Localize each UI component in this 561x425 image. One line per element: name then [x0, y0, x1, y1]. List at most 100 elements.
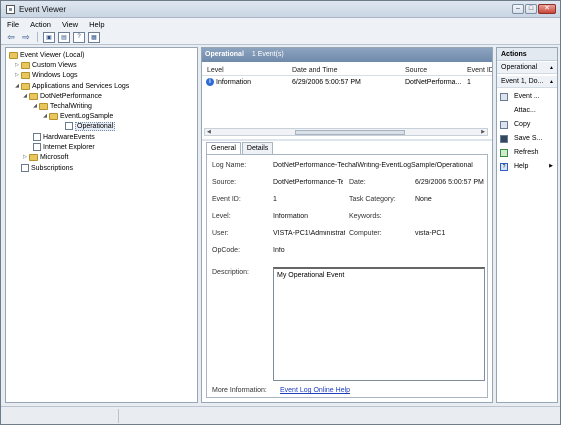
status-bar: [1, 406, 560, 424]
back-arrow-icon[interactable]: ⇦: [5, 32, 17, 43]
menu-action[interactable]: Action: [24, 18, 56, 30]
tree-item-microsoft[interactable]: ▷ Microsoft: [22, 152, 68, 162]
attach-task-icon: [500, 107, 508, 115]
action-attach-task[interactable]: Attac...: [497, 104, 557, 117]
label-user: User:: [212, 230, 229, 237]
properties-icon[interactable]: ▤: [58, 31, 70, 43]
label-more-information: More Information:: [212, 387, 267, 394]
menu-help[interactable]: Help: [83, 18, 109, 30]
collapse-icon[interactable]: ◢: [14, 83, 20, 89]
tree-item-custom-views[interactable]: ▷ Custom Views: [14, 60, 77, 70]
expand-icon[interactable]: ▷: [14, 72, 20, 78]
tab-general[interactable]: General: [206, 142, 241, 154]
column-header-source[interactable]: Source: [405, 67, 427, 74]
pane-splitter[interactable]: [202, 139, 492, 141]
label-log-name: Log Name:: [212, 162, 247, 169]
menu-view[interactable]: View: [56, 18, 83, 30]
tree-item-internet-explorer[interactable]: Internet Explorer: [32, 142, 95, 152]
label-keywords: Keywords:: [349, 213, 382, 220]
label-opcode: OpCode:: [212, 247, 241, 254]
actions-section-operational[interactable]: Operational ▲: [497, 62, 557, 74]
value-opcode: Info: [273, 247, 285, 254]
folder-icon: [29, 153, 38, 161]
expand-icon[interactable]: ▷: [22, 154, 28, 160]
event-properties-icon: [500, 92, 508, 101]
description-textbox[interactable]: My Operational Event: [273, 267, 485, 381]
expand-icon[interactable]: ▷: [14, 62, 20, 68]
label-task-category: Task Category:: [349, 196, 396, 203]
tree-item-app-services-logs[interactable]: ◢ Applications and Services Logs: [14, 81, 129, 91]
scroll-left-icon[interactable]: ◀: [207, 129, 211, 135]
value-computer: vista-PC1: [415, 230, 446, 237]
log-title: Operational: [205, 51, 244, 58]
toolbar-separator: [37, 32, 38, 42]
tree-item-windows-logs[interactable]: ▷ Windows Logs: [14, 70, 78, 80]
column-header-level[interactable]: Level: [207, 67, 224, 74]
label-date: Date:: [349, 179, 366, 186]
show-hide-action-pane-icon[interactable]: ▦: [88, 31, 100, 43]
folder-icon: [49, 112, 58, 120]
actions-title: Actions: [497, 48, 557, 61]
events-pane: Operational 1 Event(s) Level Date and Ti…: [201, 47, 493, 403]
value-date: 6/29/2006 5:00:57 PM: [415, 179, 484, 186]
value-log-name: DotNetPerformance-TechalWriting-EventLog…: [273, 162, 473, 169]
console-tree: Event Viewer (Local) ▷ Custom Views ▷ Wi…: [5, 47, 198, 403]
tree-item-dotnetperformance[interactable]: ◢ DotNetPerformance: [22, 91, 102, 101]
action-help[interactable]: ? Help ▶: [497, 160, 557, 173]
tree-item-hardware-events[interactable]: HardwareEvents: [32, 132, 95, 142]
scrollbar-thumb[interactable]: [295, 130, 405, 135]
table-row[interactable]: i Information 6/29/2006 5:00:57 PM DotNe…: [202, 77, 492, 88]
event-log-icon: [33, 133, 41, 141]
value-task-category: None: [415, 196, 432, 203]
folder-icon: [39, 102, 48, 110]
toolbar: ⇦ ⇨ ▣ ▤ ? ▦: [1, 30, 560, 45]
menu-file[interactable]: File: [1, 18, 24, 30]
horizontal-scrollbar[interactable]: ◀ ▶: [204, 128, 488, 136]
tab-details[interactable]: Details: [241, 142, 274, 154]
cell-date-time: 6/29/2006 5:00:57 PM: [292, 79, 361, 86]
minimize-button[interactable]: –: [512, 4, 524, 14]
action-save-selected[interactable]: Save S...: [497, 132, 557, 145]
status-bar-divider: [118, 409, 119, 423]
action-event-properties[interactable]: Event ...: [497, 90, 557, 103]
event-viewer-icon: [6, 5, 15, 14]
maximize-button[interactable]: □: [525, 4, 537, 14]
folder-icon: [9, 51, 18, 59]
event-log-online-help-link[interactable]: Event Log Online Help: [280, 387, 350, 394]
collapse-icon[interactable]: ◢: [22, 93, 28, 99]
tree-item-operational[interactable]: Operational: [64, 121, 116, 131]
folder-icon: [21, 71, 30, 79]
tree-item-subscriptions[interactable]: Subscriptions: [20, 163, 73, 173]
information-icon: i: [206, 78, 214, 86]
value-level: Information: [273, 213, 309, 220]
scroll-right-icon[interactable]: ▶: [481, 129, 485, 135]
folder-icon: [21, 61, 30, 69]
close-button[interactable]: ✕: [538, 4, 556, 14]
cell-event-id: 1: [467, 79, 471, 86]
label-computer: Computer:: [349, 230, 382, 237]
help-icon[interactable]: ?: [73, 31, 85, 43]
column-header-date-time[interactable]: Date and Time: [292, 67, 338, 74]
event-count: 1 Event(s): [251, 51, 284, 58]
section-collapse-icon[interactable]: ▲: [549, 79, 554, 85]
cell-level: Information: [216, 79, 252, 86]
collapse-icon[interactable]: ◢: [42, 113, 48, 119]
collapse-icon[interactable]: ◢: [32, 103, 38, 109]
forward-arrow-icon[interactable]: ⇨: [20, 32, 32, 43]
log-header: Operational 1 Event(s): [202, 48, 492, 62]
save-icon: [500, 134, 508, 143]
column-header-event-id[interactable]: Event ID: [467, 67, 492, 74]
action-copy[interactable]: Copy: [497, 118, 557, 131]
label-source: Source:: [212, 179, 237, 186]
section-collapse-icon[interactable]: ▲: [549, 65, 554, 71]
tree-item-techalwriting[interactable]: ◢ TechalWriting: [32, 101, 92, 111]
label-level: Level:: [212, 213, 231, 220]
action-refresh[interactable]: Refresh: [497, 146, 557, 159]
tree-item-eventlogsample[interactable]: ◢ EventLogSample: [42, 111, 113, 121]
subscriptions-icon: [21, 164, 29, 172]
events-grid-header: Level Date and Time Source Event ID: [202, 65, 492, 76]
tree-item-root[interactable]: Event Viewer (Local): [8, 50, 84, 60]
actions-section-event[interactable]: Event 1, Do... ▲: [497, 76, 557, 88]
label-event-id: Event ID:: [212, 196, 241, 203]
show-hide-tree-icon[interactable]: ▣: [43, 31, 55, 43]
